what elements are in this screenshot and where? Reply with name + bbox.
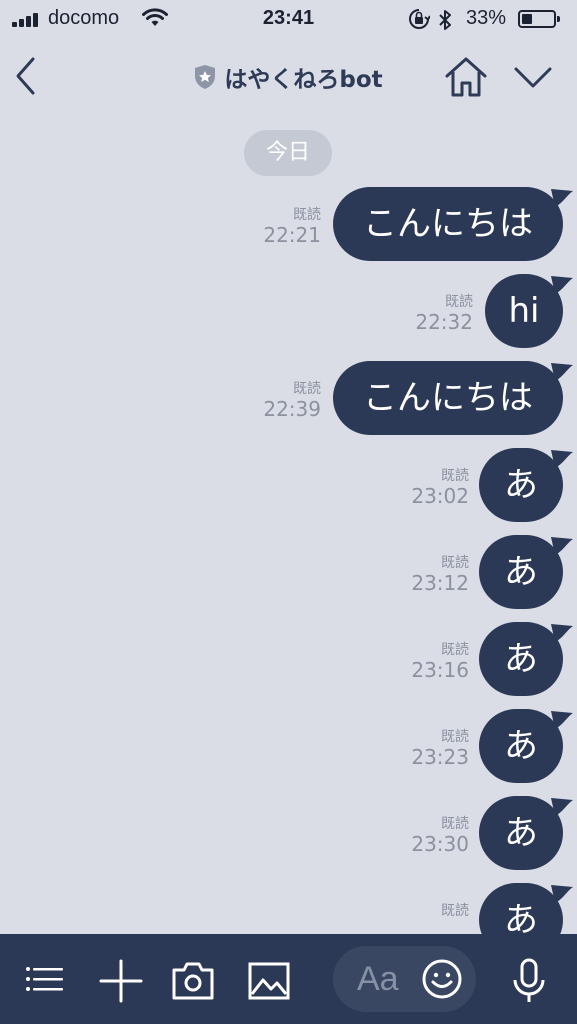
message-bubble[interactable]: こんにちは (333, 187, 573, 261)
message-row: あ 既読 23:23 (0, 709, 577, 785)
read-receipt: 既読 (441, 642, 469, 658)
list-menu-icon[interactable] (22, 958, 68, 1004)
read-receipt: 既読 (441, 729, 469, 745)
message-meta: 既読 (441, 903, 469, 919)
message-time: 23:30 (411, 832, 469, 856)
message-meta: 既読 22:39 (263, 381, 321, 421)
message-time: 23:02 (411, 484, 469, 508)
chat-title-text: はやくねろbot (224, 67, 383, 93)
message-text: あ (504, 639, 538, 679)
message-row: こんにちは 既読 22:39 (0, 361, 577, 437)
message-text: hi (508, 291, 540, 331)
message-meta: 既読 22:21 (263, 207, 321, 247)
message-meta: 既読 23:30 (411, 816, 469, 856)
message-text: あ (504, 465, 538, 505)
shield-star-icon (195, 65, 216, 89)
message-row: こんにちは 既読 22:21 (0, 187, 577, 263)
message-bubble[interactable]: あ (479, 709, 573, 783)
message-bubble[interactable]: あ (479, 796, 573, 870)
bubble-tail (551, 276, 573, 294)
plus-icon[interactable] (98, 958, 144, 1004)
message-bubble[interactable]: こんにちは (333, 361, 573, 435)
bubble-tail (551, 363, 573, 381)
camera-icon[interactable] (170, 958, 216, 1004)
battery-level (522, 14, 532, 24)
chat-toolbar: Aa (0, 934, 577, 1024)
message-input[interactable]: Aa (333, 946, 476, 1012)
read-receipt: 既読 (441, 468, 469, 484)
microphone-icon[interactable] (506, 958, 552, 1004)
bubble-tail (551, 450, 573, 468)
message-text: こんにちは (363, 204, 533, 244)
message-meta: 既読 22:32 (415, 294, 473, 334)
message-input-placeholder: Aa (357, 960, 399, 998)
home-icon[interactable] (444, 56, 488, 98)
message-meta: 既読 23:12 (411, 555, 469, 595)
rotation-lock-icon (409, 9, 430, 29)
chat-header: はやくねろbot (0, 38, 577, 120)
message-bubble[interactable]: hi (485, 274, 573, 348)
message-meta: 既読 23:16 (411, 642, 469, 682)
message-meta: 既読 23:23 (411, 729, 469, 769)
chat-title[interactable]: はやくねろbot (194, 60, 383, 94)
message-bubble[interactable]: あ (479, 535, 573, 609)
message-bubble[interactable]: あ (479, 448, 573, 522)
message-time: 22:39 (263, 397, 321, 421)
read-receipt: 既読 (441, 903, 469, 919)
message-meta: 既読 23:02 (411, 468, 469, 508)
message-bubble[interactable]: あ (479, 622, 573, 696)
message-time: 22:32 (415, 310, 473, 334)
bubble-tail (551, 537, 573, 555)
battery-icon (518, 10, 560, 28)
read-receipt: 既読 (441, 816, 469, 832)
message-text: あ (504, 552, 538, 592)
message-row: あ 既読 23:02 (0, 448, 577, 524)
message-text: あ (504, 726, 538, 766)
message-time: 23:23 (411, 745, 469, 769)
smiley-icon[interactable] (421, 958, 463, 1000)
battery-percent: 33% (466, 7, 507, 29)
message-text: あ (504, 813, 538, 853)
message-time: 23:12 (411, 571, 469, 595)
message-row: あ 既読 23:16 (0, 622, 577, 698)
image-icon[interactable] (246, 958, 292, 1004)
message-row: あ 既読 23:30 (0, 796, 577, 872)
message-time: 22:21 (263, 223, 321, 247)
bluetooth-icon (439, 10, 451, 30)
read-receipt: 既読 (293, 207, 321, 223)
bubble-tail (551, 711, 573, 729)
read-receipt: 既読 (293, 381, 321, 397)
read-receipt: 既読 (445, 294, 473, 310)
chevron-down-icon[interactable] (513, 64, 553, 92)
bubble-tail (551, 798, 573, 816)
message-row: hi 既読 22:32 (0, 274, 577, 350)
message-row: あ 既読 23:12 (0, 535, 577, 611)
bubble-tail (551, 624, 573, 642)
read-receipt: 既読 (441, 555, 469, 571)
bubble-tail (551, 885, 573, 903)
status-bar: docomo 23:41 33% (0, 0, 577, 38)
date-separator: 今日 (244, 130, 332, 176)
message-time: 23:16 (411, 658, 469, 682)
bubble-tail (551, 189, 573, 207)
message-text: こんにちは (363, 378, 533, 418)
